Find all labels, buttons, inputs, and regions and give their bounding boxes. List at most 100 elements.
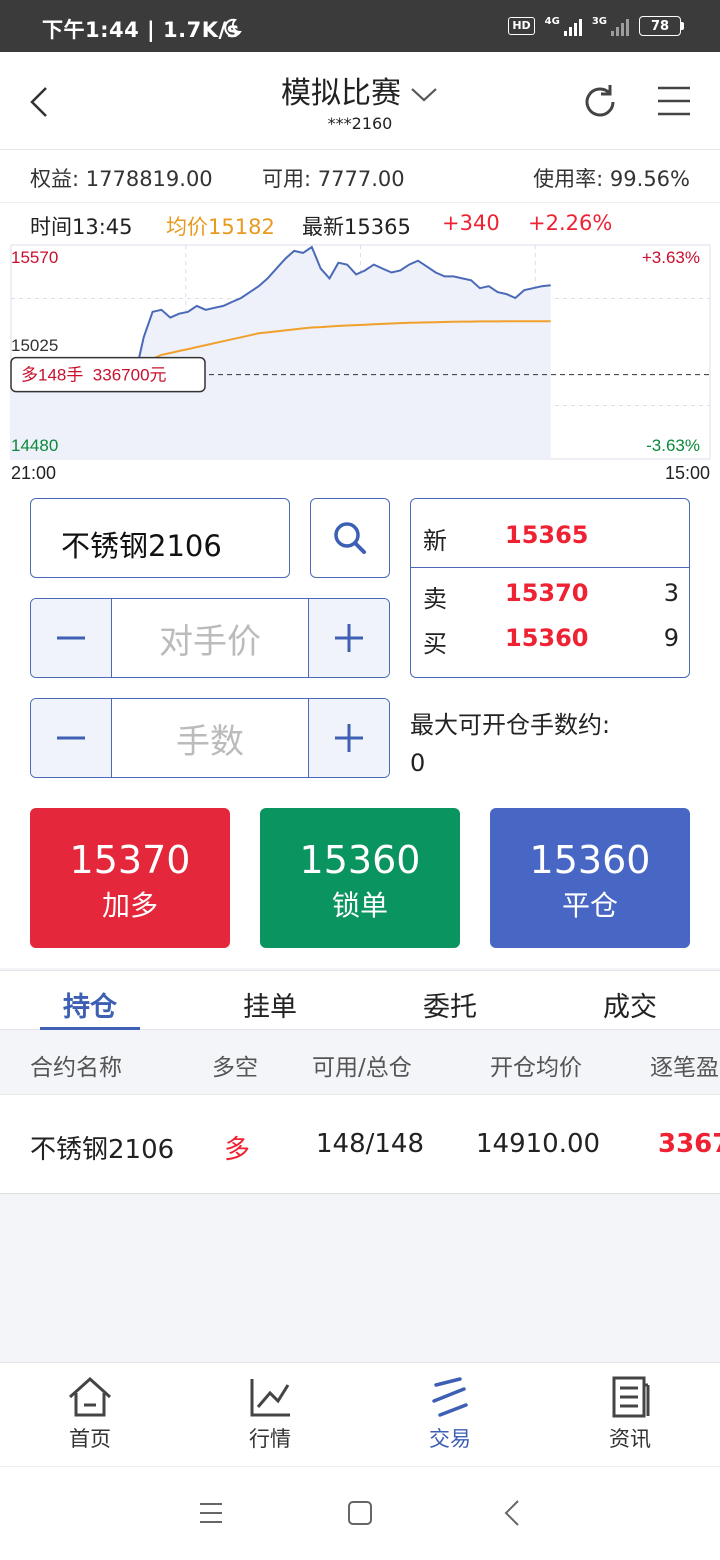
divider bbox=[411, 567, 689, 568]
lock-order-label: 锁单 bbox=[331, 889, 388, 922]
pct-bottom-label: -3.63% bbox=[646, 436, 700, 455]
usage-text: 使用率: 99.56% bbox=[533, 167, 690, 191]
back-button-icon[interactable] bbox=[502, 1499, 522, 1531]
lock-order-price: 15360 bbox=[299, 838, 421, 882]
plus-icon bbox=[335, 624, 363, 652]
buy-long-button[interactable]: 15370 加多 bbox=[30, 808, 230, 948]
intraday-line-chart: 15570 15025 14480 +3.63% -3.63% 21:00 15… bbox=[10, 244, 711, 481]
price-area-fill bbox=[11, 247, 551, 459]
page-title: 模拟比赛 bbox=[281, 76, 401, 111]
quote-buy-label: 买 bbox=[423, 630, 447, 658]
battery-level: 78 bbox=[639, 16, 681, 36]
price-minus-button[interactable] bbox=[31, 599, 111, 677]
tab-trades[interactable]: 成交 bbox=[540, 985, 720, 1024]
x-start-label: 21:00 bbox=[11, 463, 56, 481]
quote-time: 时间13:45 bbox=[30, 215, 133, 239]
status-bar: 下午1:44 | 1.7K/s HD 4G 3G 78 bbox=[0, 0, 720, 52]
price-plus-button[interactable] bbox=[309, 599, 389, 677]
status-time-speed: 下午1:44 | 1.7K/s bbox=[42, 18, 240, 42]
search-icon bbox=[334, 522, 366, 554]
qty-plus-button[interactable] bbox=[309, 699, 389, 777]
x-end-label: 15:00 bbox=[665, 463, 710, 481]
col-pnl: 逐笔盈 bbox=[650, 1055, 719, 1081]
max-open-label: 最大可开仓手数约: bbox=[410, 711, 611, 739]
quote-sell-qty: 3 bbox=[663, 579, 679, 607]
position-tag-text: 多148手 336700元 bbox=[21, 366, 167, 385]
row-avg-price: 14910.00 bbox=[476, 1129, 601, 1159]
signal-4g-icon: 4G bbox=[545, 16, 582, 36]
nav-market-label: 行情 bbox=[249, 1427, 291, 1451]
col-qty: 可用/总仓 bbox=[312, 1055, 412, 1081]
positions-table-header: 合约名称 多空 可用/总仓 开仓均价 逐笔盈 bbox=[0, 1030, 720, 1094]
order-book-box: 新 15365 卖 15370 3 买 15360 9 bbox=[410, 498, 690, 678]
y-mid-label: 15025 bbox=[11, 336, 58, 355]
home-icon bbox=[68, 1376, 112, 1417]
nav-home[interactable]: 首页 bbox=[0, 1375, 180, 1453]
nav-home-label: 首页 bbox=[69, 1427, 111, 1451]
record-tabs: 持仓 挂单 委托 成交 bbox=[0, 970, 720, 1031]
nav-news-label: 资讯 bbox=[609, 1427, 651, 1451]
chevron-down-icon bbox=[409, 77, 439, 112]
quote-sell-value: 15370 bbox=[505, 579, 589, 607]
news-icon bbox=[612, 1376, 650, 1418]
quote-latest: 最新15365 bbox=[302, 215, 411, 239]
menu-icon[interactable] bbox=[656, 84, 692, 118]
qty-stepper: 手数 bbox=[30, 698, 390, 778]
minus-icon bbox=[57, 636, 85, 640]
net2-label: 3G bbox=[591, 16, 607, 27]
max-open-value: 0 bbox=[410, 749, 426, 777]
lock-order-button[interactable]: 15360 锁单 bbox=[260, 808, 460, 948]
minus-icon bbox=[57, 736, 85, 740]
quote-avg: 均价15182 bbox=[166, 215, 275, 239]
close-position-button[interactable]: 15360 平仓 bbox=[490, 808, 690, 948]
quote-buy-value: 15360 bbox=[505, 624, 589, 652]
nav-news[interactable]: 资讯 bbox=[540, 1375, 720, 1453]
quote-change: +340 bbox=[442, 211, 500, 235]
trade-icon bbox=[432, 1377, 468, 1417]
table-row[interactable]: 不锈钢2106 多 148/148 14910.00 3367 bbox=[0, 1094, 720, 1194]
intraday-chart-panel[interactable]: 时间13:45 均价15182 最新15365 +340 +2.26% 1557… bbox=[0, 202, 720, 481]
recent-apps-icon[interactable] bbox=[198, 1501, 224, 1529]
chart-icon bbox=[250, 1379, 290, 1417]
quote-buy-qty: 9 bbox=[663, 624, 679, 652]
bottom-nav: 首页 行情 交易 资讯 bbox=[0, 1362, 720, 1466]
y-top-label: 15570 bbox=[11, 248, 58, 267]
tab-positions[interactable]: 持仓 bbox=[0, 985, 180, 1024]
row-qty: 148/148 bbox=[316, 1129, 425, 1159]
available-text: 可用: 7777.00 bbox=[262, 167, 405, 191]
max-open-info: 最大可开仓手数约: 0 bbox=[410, 706, 610, 782]
col-avg-price: 开仓均价 bbox=[490, 1055, 582, 1081]
system-nav-bar bbox=[0, 1466, 720, 1560]
row-pnl: 3367 bbox=[658, 1129, 720, 1159]
close-position-price: 15360 bbox=[529, 838, 651, 882]
nav-trade[interactable]: 交易 bbox=[360, 1375, 540, 1453]
refresh-icon[interactable] bbox=[580, 82, 620, 122]
net1-label: 4G bbox=[544, 16, 560, 27]
tab-orders[interactable]: 委托 bbox=[360, 985, 540, 1024]
close-position-label: 平仓 bbox=[561, 889, 618, 922]
quote-new-value: 15365 bbox=[505, 521, 589, 549]
quote-sell-label: 卖 bbox=[423, 585, 447, 613]
hd-icon: HD bbox=[508, 17, 535, 35]
price-input[interactable]: 对手价 bbox=[111, 599, 309, 677]
qty-minus-button[interactable] bbox=[31, 699, 111, 777]
signal-3g-icon: 3G bbox=[592, 16, 629, 36]
col-side: 多空 bbox=[212, 1055, 258, 1081]
equity-text: 权益: 1778819.00 bbox=[30, 167, 213, 191]
tab-pending[interactable]: 挂单 bbox=[180, 985, 360, 1024]
moon-icon bbox=[222, 18, 242, 42]
price-stepper: 对手价 bbox=[30, 598, 390, 678]
search-button[interactable] bbox=[310, 498, 390, 578]
battery-icon: 78 bbox=[639, 16, 684, 36]
qty-input[interactable]: 手数 bbox=[111, 699, 309, 777]
row-side: 多 bbox=[224, 1135, 251, 1165]
row-contract: 不锈钢2106 bbox=[30, 1135, 175, 1165]
home-button-icon[interactable] bbox=[347, 1500, 373, 1530]
nav-market[interactable]: 行情 bbox=[180, 1375, 360, 1453]
account-summary: 权益: 1778819.00 可用: 7777.00 使用率: 99.56% bbox=[0, 150, 720, 202]
plus-icon bbox=[335, 724, 363, 752]
buy-long-label: 加多 bbox=[101, 889, 158, 922]
col-contract: 合约名称 bbox=[30, 1055, 122, 1081]
contract-input[interactable]: 不锈钢2106 bbox=[30, 498, 290, 578]
quote-new-label: 新 bbox=[423, 527, 447, 555]
